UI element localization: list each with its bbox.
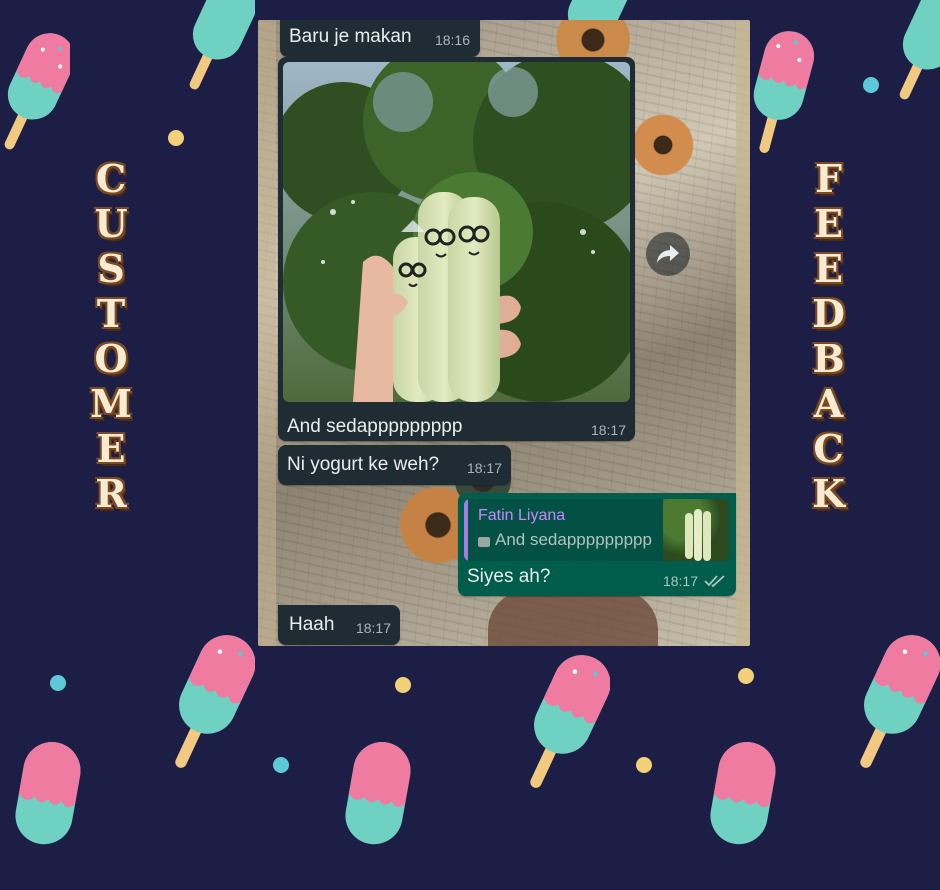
decor-dot [168, 130, 184, 146]
title-letter: U [94, 201, 128, 246]
double-check-icon [704, 575, 725, 588]
popsicle-illustration [753, 31, 815, 153]
decor-dot [738, 668, 754, 684]
quote-text: And sedappppppppp [495, 530, 652, 549]
quote-thumbnail [663, 499, 729, 561]
title-letter: A [813, 381, 844, 426]
image-icon [478, 537, 490, 547]
forward-button[interactable] [646, 232, 690, 276]
popsicle-illustration [15, 742, 81, 845]
incoming-message[interactable]: Ni yogurt ke weh? 18:17 [278, 445, 511, 485]
customer-title: C U S T O M E R [90, 158, 132, 514]
title-letter: C [813, 426, 844, 471]
popsicle-illustration [530, 655, 610, 788]
message-time: 18:17 [355, 620, 391, 636]
forward-arrow-icon [657, 245, 679, 263]
popsicle-illustration [710, 742, 776, 845]
outgoing-reply-message[interactable]: Fatin Liyana And sedappppppppp Siyes ah?… [458, 493, 736, 596]
decor-dot [395, 677, 411, 693]
message-time: 18:16 [434, 32, 470, 48]
title-letter: D [812, 291, 845, 336]
incoming-photo-message[interactable]: And sedappppppppp 18:17 [278, 57, 635, 441]
message-text: Ni yogurt ke weh? [287, 454, 440, 475]
decor-dot [636, 757, 652, 773]
message-text: Baru je makan [289, 26, 412, 47]
title-letter: M [90, 381, 133, 426]
popsicle-illustration [860, 635, 940, 768]
wallpaper-hand [488, 590, 658, 646]
chat-screenshot: Baru je makan 18:16 And sedappppppppp 18… [258, 20, 750, 646]
quote-bar [464, 499, 468, 561]
title-letter: S [97, 246, 125, 291]
title-letter: E [96, 426, 126, 471]
message-text: Siyes ah? [467, 566, 551, 587]
title-letter: K [812, 471, 846, 516]
title-letter: O [94, 336, 128, 381]
popsicle-illustration [899, 0, 940, 100]
quoted-message[interactable]: Fatin Liyana And sedappppppppp [464, 499, 729, 561]
title-letter: F [815, 156, 842, 201]
decor-dot [863, 77, 879, 93]
popsicle-illustration [189, 0, 255, 90]
wallpaper-flower [628, 110, 698, 180]
title-letter: C [95, 156, 127, 201]
decor-dot [273, 757, 289, 773]
title-letter: R [95, 471, 127, 516]
feedback-title: F E E D B A C K [812, 158, 845, 514]
message-time: 18:17 [590, 422, 626, 438]
yogurt-popsicle-photo [283, 62, 630, 402]
message-text: And sedappppppppp [287, 416, 463, 437]
message-time: 18:17 [466, 460, 502, 476]
popsicle-illustration [4, 33, 70, 150]
wallpaper-frame [258, 20, 276, 646]
decor-dot [50, 675, 66, 691]
incoming-message[interactable]: Baru je makan 18:16 [280, 20, 480, 57]
title-letter: E [814, 201, 843, 246]
quote-author: Fatin Liyana [478, 507, 566, 524]
popsicle-illustration [345, 742, 411, 845]
title-letter: B [812, 336, 845, 381]
wallpaper-frame [736, 20, 750, 646]
popsicle-illustration [175, 635, 255, 768]
message-text: Haah [289, 614, 335, 635]
incoming-message[interactable]: Haah 18:17 [278, 605, 400, 645]
message-time: 18:17 [662, 573, 698, 589]
message-photo[interactable] [283, 62, 630, 402]
title-letter: T [96, 291, 126, 336]
title-letter: E [814, 246, 843, 291]
